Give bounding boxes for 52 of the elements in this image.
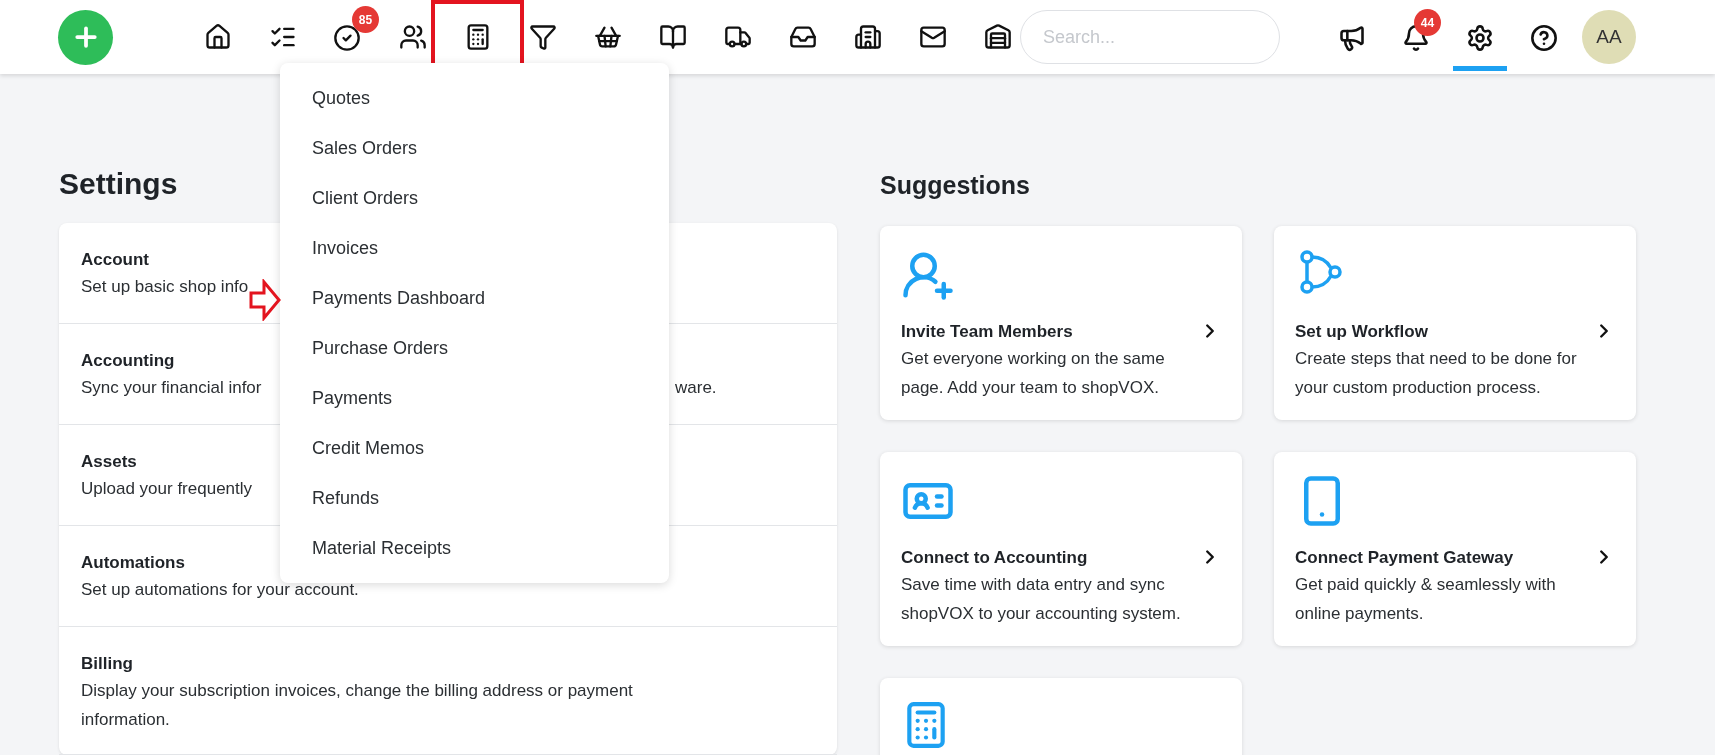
row-description: Set up basic shop info xyxy=(81,277,249,296)
suggestion-card[interactable]: Connect Payment Gateway Get paid quickly & seamlessly with online payments. xyxy=(1274,452,1636,646)
settings-row[interactable]: Billing Display your subscription invoices, change the billing address or payment information. xyxy=(59,627,837,755)
row-description: Upload your frequently xyxy=(81,479,253,498)
menu-item[interactable]: Payments Dashboard xyxy=(312,284,486,312)
card-title: Connect Payment Gateway xyxy=(1295,546,1514,569)
row-title: Accounting xyxy=(81,350,175,372)
menu-item[interactable]: Refunds xyxy=(312,484,380,512)
help-icon xyxy=(1530,23,1558,52)
suggestion-card[interactable]: Invite Team Members Get everyone working on the same page. Add your team to shopVOX. xyxy=(880,226,1242,420)
search-field[interactable]: Search... xyxy=(1020,10,1280,64)
building-icon xyxy=(853,23,882,51)
menu-item[interactable]: Client Orders xyxy=(312,184,419,212)
count-badge: 44 xyxy=(1414,9,1441,36)
menu-item[interactable]: Credit Memos xyxy=(312,434,425,462)
suggestion-card[interactable]: Set up Workflow Create steps that need to be done for your custom production process. xyxy=(1274,226,1636,420)
row-description: Sync your financial infor xyxy=(81,378,262,397)
people-icon xyxy=(398,23,427,51)
avatar[interactable]: AA xyxy=(1582,10,1636,64)
book-icon xyxy=(658,23,687,51)
row-title: Automations xyxy=(81,552,185,574)
row-description: ware. xyxy=(675,377,717,399)
section-title: Suggestions xyxy=(880,170,1030,201)
menu-item[interactable]: Material Receipts xyxy=(312,534,452,562)
menu-item[interactable]: Invoices xyxy=(312,234,379,262)
row-title: Account xyxy=(81,249,149,271)
row-description: Display your subscription invoices, change the billing address or payment information. xyxy=(81,681,633,729)
menu-item[interactable]: Payments xyxy=(312,384,393,412)
card-description: Create steps that need to be done for your custom production process. xyxy=(1295,348,1578,399)
row-title: Billing xyxy=(81,653,133,675)
row-description: Set up automations for your account. xyxy=(81,580,359,599)
menu-item[interactable]: Purchase Orders xyxy=(312,334,449,362)
menu-item[interactable]: Quotes xyxy=(312,84,371,112)
card-title: Connect to Accounting xyxy=(901,546,1088,569)
card-description: Get paid quickly & seamlessly with online payments. xyxy=(1295,574,1557,625)
card-description: Save time with data entry and sync shopVOX to your accounting system. xyxy=(901,574,1182,625)
suggestion-card[interactable]: Connect to Accounting Save time with data entry and sync shopVOX to your accounting system. xyxy=(880,452,1242,646)
row-title: Assets xyxy=(81,451,137,473)
warehouse-icon xyxy=(983,23,1012,51)
card-title: Set up Workflow xyxy=(1295,320,1428,343)
card-description: Get everyone working on the same page. Add your team to shopVOX. xyxy=(901,348,1166,399)
section-title: Settings xyxy=(59,166,178,202)
card-title: Invite Team Members xyxy=(901,320,1073,343)
funnel-icon xyxy=(528,23,557,51)
megaphone-icon xyxy=(1338,23,1366,52)
count-badge: 85 xyxy=(352,6,379,33)
toolbar-button[interactable]: 44 xyxy=(1389,9,1443,71)
check-circle-icon xyxy=(333,24,361,52)
menu-item[interactable]: Sales Orders xyxy=(312,134,418,162)
home-icon xyxy=(203,23,232,51)
nav-button[interactable]: 85 xyxy=(333,6,379,52)
settings-icon xyxy=(1466,23,1494,52)
